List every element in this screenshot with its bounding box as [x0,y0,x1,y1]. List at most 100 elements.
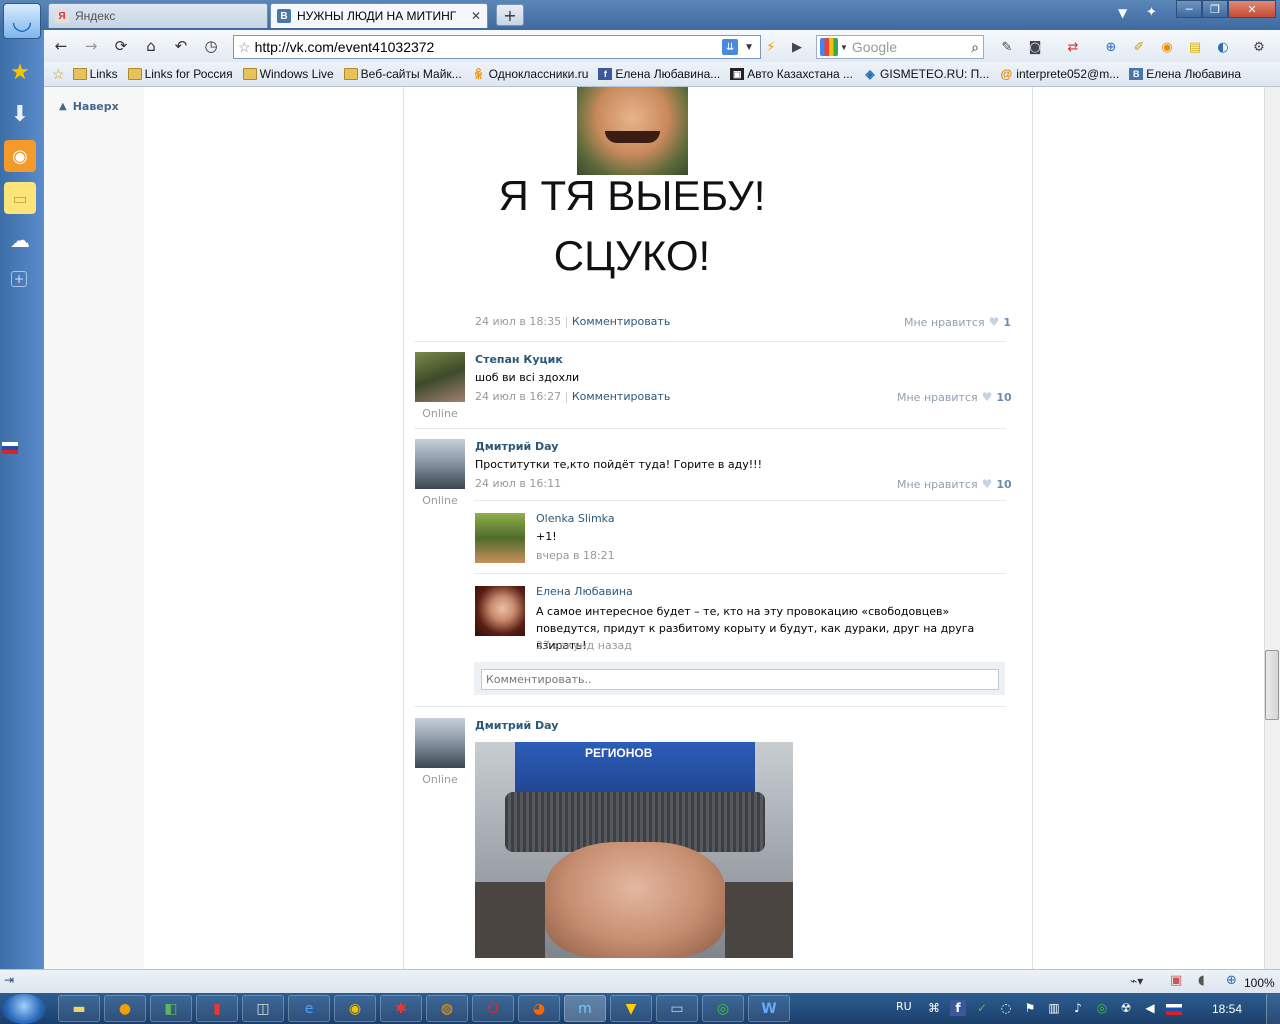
scrollbar-thumb[interactable] [1265,650,1279,720]
avatar[interactable] [415,718,465,768]
bookmark-microsoft-sites[interactable]: Веб-сайты Майк... [343,67,462,81]
search-field[interactable]: ▼ Google ⌕ [816,35,984,59]
go-icon[interactable]: ▶ [788,38,806,56]
taskbar-app-3[interactable]: ▮ [196,995,238,1022]
avatar[interactable] [475,586,525,636]
notes-icon[interactable]: ▭ [4,182,36,214]
language-indicator[interactable]: RU [896,1000,912,1013]
cloud-icon[interactable]: ☁ [4,224,36,256]
speaker-icon[interactable]: ◀ [1142,1000,1158,1016]
tray-icon-3[interactable]: ◌ [998,1000,1014,1016]
minimize-button[interactable]: ─ [1176,0,1202,18]
undo-icon[interactable]: ↶ [170,36,192,56]
taskbar-opera[interactable]: O [472,995,514,1022]
tray-icon-5[interactable]: ▥ [1046,1000,1062,1016]
taskbar-app-2[interactable]: ◧ [150,995,192,1022]
zoom-level[interactable]: 100% [1244,976,1275,990]
tab-yandex[interactable]: Я Яндекс [48,3,268,28]
download-icon[interactable]: ⬇ [4,98,36,130]
post-photo[interactable]: РЕГИОНОВ [475,742,793,958]
bookmark-mail[interactable]: @ interprete052@m... [999,67,1119,81]
history-icon[interactable]: ◷ [200,36,222,56]
feed-icon[interactable]: ◉ [1158,38,1176,56]
zoom-icon[interactable]: ⊕ [1226,973,1237,988]
performance-icon[interactable]: ⌁▾ [1130,974,1143,988]
like-button[interactable]: Мне нравится ♥ 10 [897,390,1012,404]
edit-icon[interactable]: ✎ [998,38,1016,56]
tag-icon[interactable]: ✐ [1130,38,1148,56]
taskbar-explorer[interactable]: ▬ [58,995,100,1022]
taskbar-app-5[interactable]: ✱ [380,995,422,1022]
forward-icon[interactable]: → [80,36,102,56]
taskbar-maxthon[interactable]: m [564,995,606,1022]
dropdown-icon[interactable]: ▼ [744,42,754,53]
taskbar-firefox[interactable]: ◕ [518,995,560,1022]
taskbar-app-1[interactable]: ● [104,995,146,1022]
taskbar-chrome[interactable]: ◉ [334,995,376,1022]
avatar[interactable] [415,352,465,402]
like-button[interactable]: Мне нравится ♥ 10 [897,477,1012,491]
lightning-icon[interactable]: ⚡ [762,38,780,56]
tray-icon-1[interactable]: ⌘ [926,1000,942,1016]
camera-icon[interactable]: ◙ [1026,38,1044,56]
taskbar-app-8[interactable]: ▭ [656,995,698,1022]
back-to-top-link[interactable]: ▲ Наверх [59,100,119,113]
comment-link[interactable]: Комментировать [572,390,670,403]
pin-icon[interactable]: ✦ [1146,5,1157,20]
comment-input[interactable] [481,669,999,690]
start-button[interactable] [2,994,46,1024]
back-icon[interactable]: ← [50,36,72,56]
taskbar-app-7[interactable]: ▼ [610,995,652,1022]
reply-author[interactable]: Елена Любавина [536,585,633,598]
skin-icon[interactable]: ◐ [1214,38,1232,56]
dropdown-icon[interactable]: ▼ [840,43,848,52]
flag-icon[interactable] [1166,1004,1182,1015]
reload-icon[interactable]: ⟳ [110,36,132,56]
author-name[interactable]: Дмитрий Day [475,719,558,732]
app-menu-button[interactable]: ◡ [3,3,41,39]
facebook-icon[interactable]: f [950,1000,966,1016]
taskbar-app-4[interactable]: ◫ [242,995,284,1022]
search-icon[interactable]: ⌕ [971,39,979,56]
taskbar-app-9[interactable]: ◎ [702,995,744,1022]
clock[interactable]: 18:54 [1212,1002,1242,1016]
bookmark-windows-live[interactable]: Windows Live [242,67,334,81]
panel-icon[interactable]: ▣ [1170,973,1182,988]
zoom-icon[interactable]: ⊕ [1102,38,1120,56]
author-name[interactable]: Степан Куцик [475,353,563,366]
bookmark-star-icon[interactable]: ☆ [238,39,251,56]
vertical-scrollbar[interactable] [1264,87,1280,969]
home-icon[interactable]: ⌂ [140,36,162,56]
close-window-button[interactable]: ✕ [1228,0,1276,18]
taskbar-app-6[interactable]: ◍ [426,995,468,1022]
avatar[interactable] [415,439,465,489]
comment-link[interactable]: Комментировать [572,315,670,328]
bookmark-links-russia[interactable]: Links for Россия [127,67,233,81]
tools-icon[interactable]: ⚙ [1250,38,1268,56]
bookmark-vk[interactable]: B Елена Любавина [1129,67,1241,81]
rss-icon[interactable]: ◉ [4,140,36,172]
add-panel-icon[interactable]: + [11,271,27,287]
bookmark-links[interactable]: Links [72,67,118,81]
taskbar-ie[interactable]: e [288,995,330,1022]
tray-icon-2[interactable]: ✓ [974,1000,990,1016]
google-icon[interactable] [820,38,838,56]
volume-icon[interactable]: ♪ [1070,1000,1086,1016]
bookmark-facebook[interactable]: f Елена Любавина... [598,67,720,81]
bookmark-auto-kz[interactable]: ▣ Авто Казахстана ... [730,67,853,81]
maximize-button[interactable]: ❐ [1202,0,1228,18]
like-button[interactable]: Мне нравится ♥ 1 [904,315,1011,329]
avatar[interactable] [475,513,525,563]
sound-icon[interactable]: ◖ [1198,973,1205,988]
translate-icon[interactable]: ⇄ [1064,38,1082,56]
bookmark-gismeteo[interactable]: ◈ GISMETEO.RU: П... [863,67,989,81]
close-icon[interactable]: ✕ [471,9,481,23]
shield-icon[interactable]: ⇊ [722,39,739,55]
tab-vk-event[interactable]: В НУЖНЫ ЛЮДИ НА МИТИНГ ✕ [270,3,488,28]
address-bar[interactable]: ☆ http://vk.com/event41032372 ⇊ ▼ [233,35,761,59]
new-tab-button[interactable]: + [496,4,524,26]
tray-icon-6[interactable]: ◎ [1094,1000,1110,1016]
note-icon[interactable]: ▤ [1186,38,1204,56]
taskbar-word[interactable]: W [748,995,790,1022]
tray-icon-7[interactable]: ☢ [1118,1000,1134,1016]
